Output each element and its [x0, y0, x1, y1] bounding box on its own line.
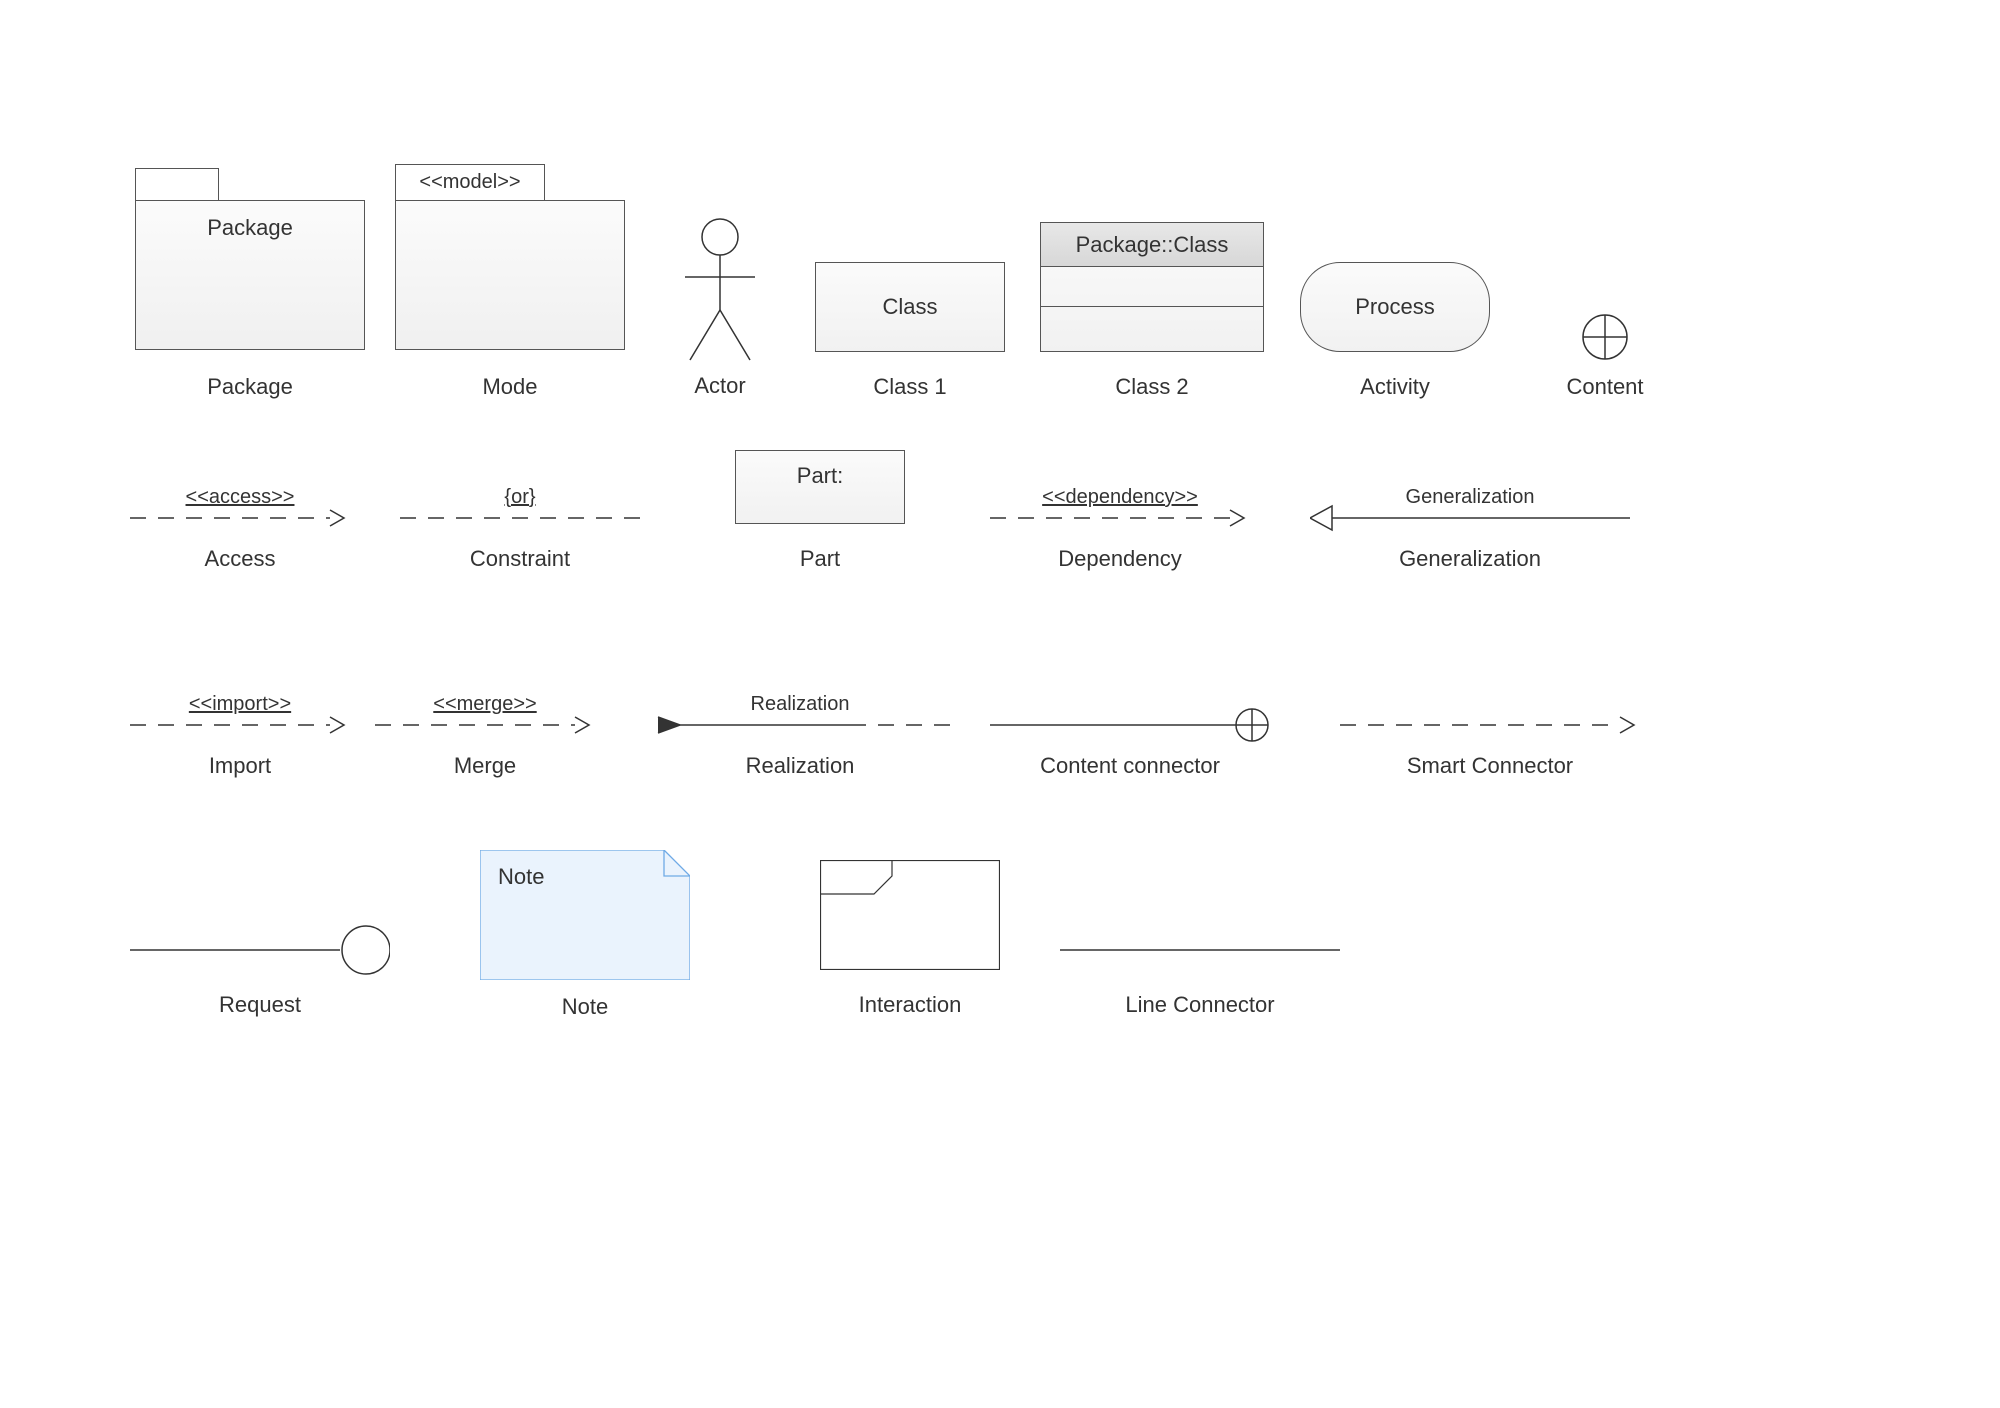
- constraint-label: {or}: [400, 486, 640, 509]
- actor-icon: [665, 215, 775, 365]
- uml-palette-canvas: Package Package <<model>> Mode Actor Cla…: [0, 0, 2000, 1408]
- content-caption: Content: [1550, 374, 1660, 400]
- content-shape: Content: [1550, 310, 1660, 364]
- access-shape: <<access>> Access: [130, 498, 350, 543]
- interaction-icon: [820, 860, 1000, 970]
- realization-shape: Realization Realization: [650, 705, 950, 750]
- import-shape: <<import>> Import: [130, 705, 350, 750]
- import-label: <<import>>: [130, 693, 350, 716]
- request-caption: Request: [130, 992, 390, 1018]
- activity-box: Process: [1300, 262, 1490, 352]
- interaction-shape: Interaction: [820, 860, 1000, 975]
- package-shape: Package Package: [135, 200, 365, 350]
- request-shape: Request: [130, 920, 390, 985]
- model-stereotype: <<model>>: [419, 171, 520, 194]
- activity-label: Process: [1355, 294, 1434, 320]
- part-shape: Part: Part: [735, 450, 905, 524]
- smart-connector-caption: Smart Connector: [1340, 753, 1640, 779]
- generalization-label: Generalization: [1310, 486, 1630, 509]
- merge-label: <<merge>>: [375, 693, 595, 716]
- merge-caption: Merge: [375, 753, 595, 779]
- line-connector-icon: [1060, 940, 1340, 960]
- request-icon: [130, 920, 390, 980]
- generalization-caption: Generalization: [1310, 546, 1630, 572]
- merge-shape: <<merge>> Merge: [375, 705, 595, 750]
- line-connector-shape: Line Connector: [1060, 940, 1340, 965]
- class2-shape: Package::Class Class 2: [1040, 222, 1264, 352]
- content-connector-shape: Content connector: [990, 705, 1270, 750]
- smart-connector-arrow-icon: [1340, 705, 1640, 745]
- activity-shape: Process Activity: [1300, 262, 1490, 352]
- package-tab: [135, 168, 219, 200]
- circle-plus-icon: [1578, 310, 1632, 364]
- note-label: Note: [498, 864, 544, 890]
- model-shape: <<model>> Mode: [395, 200, 625, 350]
- import-caption: Import: [130, 753, 350, 779]
- access-label: <<access>>: [130, 486, 350, 509]
- model-caption: Mode: [395, 374, 625, 400]
- smart-connector-shape: Smart Connector: [1340, 705, 1640, 750]
- realization-label: Realization: [650, 693, 950, 716]
- actor-shape: Actor: [665, 215, 775, 370]
- actor-caption: Actor: [665, 373, 775, 399]
- class2-label: Package::Class: [1076, 232, 1229, 258]
- dependency-label: <<dependency>>: [990, 486, 1250, 509]
- class2-caption: Class 2: [1040, 374, 1264, 400]
- note-caption: Note: [480, 994, 690, 1020]
- model-tab: <<model>>: [395, 164, 545, 200]
- content-connector-caption: Content connector: [990, 753, 1270, 779]
- interaction-caption: Interaction: [820, 992, 1000, 1018]
- constraint-caption: Constraint: [400, 546, 640, 572]
- package-label: Package: [136, 215, 364, 241]
- note-shape: Note Note: [480, 850, 690, 985]
- class1-label: Class: [882, 294, 937, 320]
- part-box: Part:: [735, 450, 905, 524]
- class2-box: Package::Class: [1040, 222, 1264, 352]
- class1-box: Class: [815, 262, 1005, 352]
- activity-caption: Activity: [1300, 374, 1490, 400]
- part-label: Part:: [797, 463, 843, 488]
- class1-shape: Class Class 1: [815, 262, 1005, 352]
- content-connector-icon: [990, 705, 1270, 745]
- line-connector-caption: Line Connector: [1060, 992, 1340, 1018]
- access-caption: Access: [130, 546, 350, 572]
- generalization-shape: Generalization Generalization: [1310, 498, 1630, 543]
- constraint-shape: {or} Constraint: [400, 498, 640, 543]
- package-caption: Package: [135, 374, 365, 400]
- realization-caption: Realization: [650, 753, 950, 779]
- dependency-shape: <<dependency>> Dependency: [990, 498, 1250, 543]
- dependency-caption: Dependency: [990, 546, 1250, 572]
- class1-caption: Class 1: [815, 374, 1005, 400]
- model-body: [395, 200, 625, 350]
- package-body: Package: [135, 200, 365, 350]
- part-caption: Part: [735, 546, 905, 572]
